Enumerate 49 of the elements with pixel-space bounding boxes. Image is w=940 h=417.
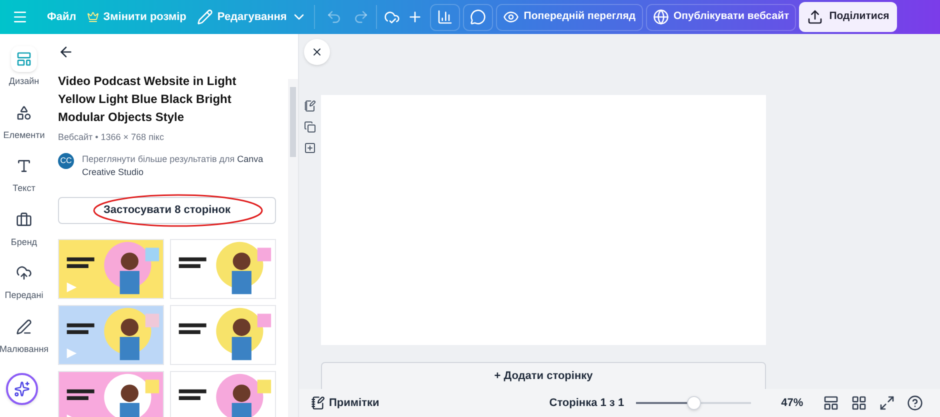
notes-icon — [311, 396, 325, 410]
rail-icon — [16, 212, 32, 228]
chart-icon — [436, 9, 453, 25]
rail-icon — [16, 318, 32, 334]
rail-icon — [16, 158, 32, 174]
crown-icon — [87, 11, 100, 23]
rail-item[interactable]: Елементи — [0, 100, 48, 142]
notes-icon[interactable] — [304, 100, 316, 112]
add-page-icon[interactable] — [304, 142, 316, 154]
grid-view-icon[interactable] — [851, 395, 868, 411]
add-page-button[interactable]: + Додати сторінку — [321, 362, 766, 390]
help-icon[interactable] — [907, 395, 924, 411]
close-icon — [311, 46, 323, 58]
pencil-icon — [197, 9, 214, 25]
rail-icon — [16, 104, 32, 120]
add-icon[interactable] — [406, 9, 423, 25]
rail-item[interactable]: Текст — [0, 153, 48, 196]
close-button[interactable] — [304, 39, 330, 65]
duplicate-icon[interactable] — [304, 121, 316, 133]
rail-item[interactable]: Бренд — [0, 206, 48, 249]
back-icon[interactable] — [58, 44, 74, 60]
share-button[interactable]: Поділитися — [799, 2, 898, 32]
page-indicator: Сторінка 1 з 1 — [549, 396, 624, 411]
chart-button[interactable] — [430, 4, 460, 30]
share-icon — [807, 9, 824, 25]
comment-icon — [470, 9, 486, 25]
creator-link[interactable]: Переглянути більше результатів для Canva Creative Studio — [82, 152, 276, 178]
cloud-check-icon[interactable] — [384, 9, 400, 25]
notes-button[interactable]: Примітки — [311, 394, 380, 412]
rail-item[interactable]: Дизайн — [0, 46, 48, 88]
website-icon — [652, 9, 668, 25]
magic-button[interactable] — [6, 373, 38, 405]
template-title: Video Podcast Website in Light Yellow Light Blue Black Bright Modular Objects Style — [58, 73, 238, 126]
sparkle-icon — [14, 381, 30, 397]
zoom-percent: 47% — [781, 396, 804, 411]
fullscreen-icon[interactable] — [879, 395, 896, 411]
preview-button[interactable]: Попередній перегляд — [496, 4, 642, 30]
rail-icon — [16, 51, 32, 67]
creator-avatar: CC — [58, 152, 74, 168]
comment-button[interactable] — [462, 4, 493, 30]
zoom-slider[interactable] — [636, 396, 752, 410]
rail-icon — [16, 265, 32, 281]
rail-item[interactable]: Малювання — [0, 314, 48, 356]
thumbnails-icon[interactable] — [823, 395, 840, 411]
rail-item[interactable]: Передані — [0, 260, 48, 302]
publish-button[interactable]: Опублікувати вебсайт — [646, 4, 796, 30]
template-meta: Вебсайт • 1366 × 768 пікс — [58, 131, 165, 144]
eye-icon — [502, 9, 519, 25]
apply-pages-button[interactable]: Застосувати 8 сторінок — [58, 196, 276, 224]
